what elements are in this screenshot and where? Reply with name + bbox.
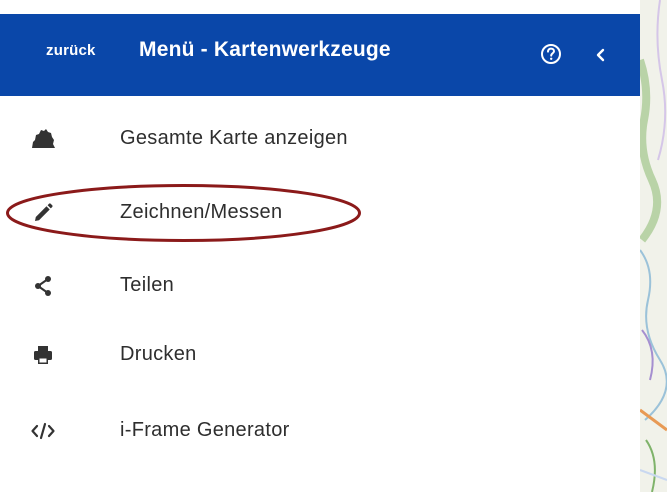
region-map-icon	[30, 126, 56, 152]
menu-item-label: i-Frame Generator	[120, 419, 290, 441]
menu-item-print[interactable]: Drucken	[0, 330, 640, 380]
menu-item-full-map[interactable]: Gesamte Karte anzeigen	[0, 114, 640, 164]
help-icon	[541, 44, 561, 64]
map-canvas	[640, 0, 667, 492]
app-root: zurück Menü - Kartenwerkzeuge Gesamte Ka…	[0, 0, 667, 492]
menu-item-share[interactable]: Teilen	[0, 261, 640, 311]
panel-top-gap	[0, 0, 640, 14]
menu-item-label: Zeichnen/Messen	[120, 201, 283, 223]
help-button[interactable]	[540, 43, 562, 65]
map-view[interactable]	[640, 0, 667, 492]
panel-header: zurück Menü - Kartenwerkzeuge	[0, 14, 640, 96]
menu-item-iframe-generator[interactable]: i-Frame Generator	[0, 406, 640, 456]
pencil-icon	[30, 200, 56, 226]
chevron-left-icon	[596, 48, 605, 62]
tools-menu-panel: zurück Menü - Kartenwerkzeuge Gesamte Ka…	[0, 0, 640, 492]
back-button[interactable]: zurück	[46, 42, 96, 59]
menu-item-label: Gesamte Karte anzeigen	[120, 127, 348, 149]
menu-item-label: Drucken	[120, 343, 197, 365]
collapse-panel-button[interactable]	[593, 46, 609, 64]
share-icon	[30, 273, 56, 299]
code-icon	[30, 418, 56, 444]
menu-item-draw-measure[interactable]: Zeichnen/Messen	[0, 188, 640, 238]
printer-icon	[30, 342, 56, 368]
menu-item-label: Teilen	[120, 274, 175, 296]
panel-title: Menü - Kartenwerkzeuge	[139, 38, 391, 61]
